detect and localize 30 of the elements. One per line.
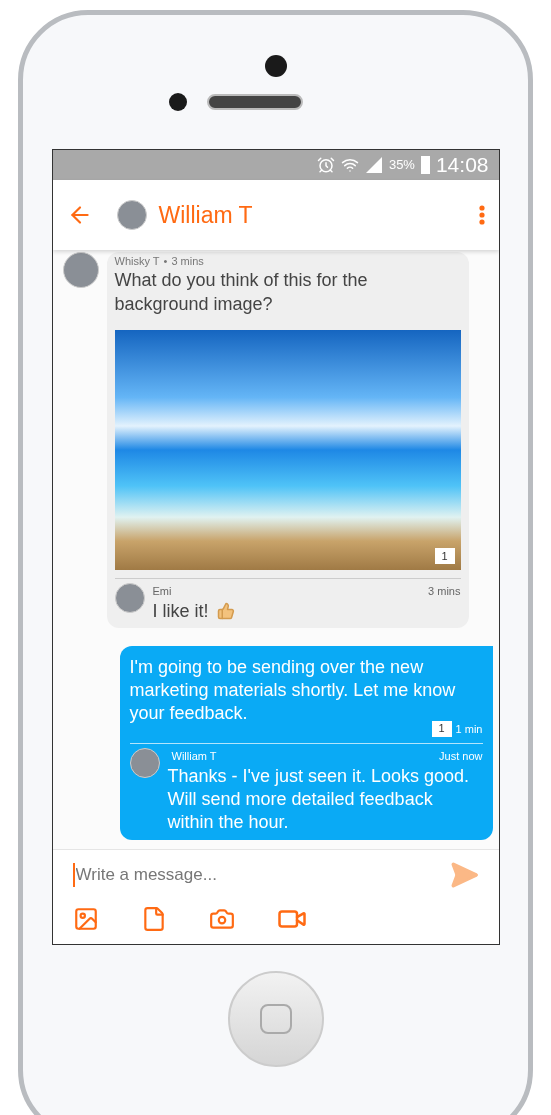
comment-count-badge: 1 <box>434 548 455 564</box>
message-input[interactable]: Write a message... <box>72 863 449 887</box>
comment-count-badge: 1 <box>431 720 452 737</box>
reply-text: Thanks - I've just seen it. Looks good. Will send more detailed feedback within the hour. <box>167 764 471 834</box>
wifi-icon <box>340 156 359 174</box>
avatar <box>116 200 147 230</box>
battery-icon <box>420 156 430 174</box>
signal-icon <box>364 157 383 173</box>
avatar <box>129 748 160 778</box>
more-icon <box>478 205 485 225</box>
avatar <box>62 252 99 288</box>
reply-text: I like it! <box>152 599 209 622</box>
menu-button[interactable] <box>478 205 485 225</box>
author-name: William T <box>170 749 217 764</box>
message-time: 3 mins <box>428 584 461 599</box>
image-button[interactable] <box>72 906 99 932</box>
author-name: Whisky T <box>114 254 160 268</box>
chat-title: William T <box>158 200 253 230</box>
separator: • <box>163 254 168 268</box>
message-time: 1 min <box>455 721 483 737</box>
message-time: Just now <box>439 749 483 764</box>
alarm-icon <box>316 156 335 174</box>
battery-level: 35% <box>388 156 415 175</box>
camera-button[interactable] <box>208 906 235 932</box>
clock-time: 14:08 <box>435 152 489 179</box>
message-text: What do you think of this for the background image? <box>114 269 369 316</box>
message-time: 3 mins <box>171 254 204 268</box>
thumbs-up-icon <box>216 601 235 620</box>
avatar <box>114 583 145 613</box>
author-name: Emi <box>152 584 172 599</box>
